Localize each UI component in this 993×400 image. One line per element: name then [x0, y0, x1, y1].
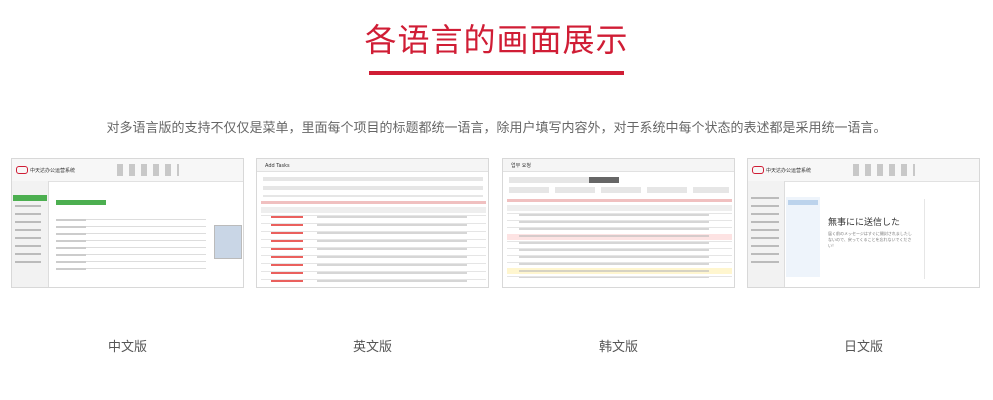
right-panel: [924, 199, 977, 279]
sidebar-items[interactable]: [15, 205, 41, 265]
toolbar-icons[interactable]: [117, 164, 179, 176]
sidebar-active-item[interactable]: [13, 195, 47, 201]
logo-icon: [16, 166, 28, 174]
submenu-active-item[interactable]: [788, 200, 818, 205]
section-description: 对多语言版的支持不仅仅是菜单，里面每个项目的标题都统一语言，除用户填写内容外，对…: [106, 121, 887, 136]
panel-header: [257, 159, 488, 172]
japanese-version-label: 日文版: [843, 340, 883, 355]
table-cells: [317, 216, 467, 282]
submenu: [786, 197, 820, 277]
notice-line-3: い！: [828, 243, 836, 248]
filter-fields[interactable]: [509, 187, 729, 193]
heading-underline: [369, 71, 624, 75]
panel-title: 업무 요청: [511, 163, 531, 169]
section-heading: 各语言的画面展示: [364, 21, 629, 59]
avatar: [214, 225, 242, 259]
korean-version-label: 韩文版: [598, 340, 638, 355]
table-header: [507, 205, 732, 211]
filter-fields[interactable]: [263, 177, 483, 197]
english-version-screenshot[interactable]: Add Tasks: [256, 158, 489, 288]
chinese-version-screenshot[interactable]: 中天达办公运营系统: [11, 158, 244, 288]
japanese-version-screenshot[interactable]: 中天达办公运营系统 無事にに送信した 届く前のメッセージはすぐに開封されましたし…: [747, 158, 980, 288]
english-version-label: 英文版: [352, 340, 392, 355]
app-title: 中天达办公运营系统: [766, 168, 812, 174]
table-cells: [519, 214, 709, 278]
notice-title: 無事にに送信した: [828, 218, 901, 228]
logo-icon: [752, 166, 764, 174]
panel-header: [503, 159, 734, 172]
table-header: [261, 207, 486, 213]
search-button[interactable]: [589, 177, 619, 183]
notice-line-2: ないので、戻ってくることを忘れないでくださ: [828, 237, 912, 242]
toolbar-icons[interactable]: [853, 164, 915, 176]
tab-strip[interactable]: [56, 200, 106, 205]
notice-text: [507, 199, 732, 202]
korean-version-screenshot[interactable]: 업무 요청: [502, 158, 735, 288]
app-title: 中天达办公运营系统: [30, 168, 76, 174]
form-labels: [56, 219, 86, 275]
task-title-links[interactable]: [271, 216, 303, 282]
notice-text: [261, 201, 486, 204]
panel-title: Add Tasks: [265, 163, 290, 169]
sidebar-items[interactable]: [751, 197, 779, 267]
chinese-version-label: 中文版: [107, 340, 147, 355]
